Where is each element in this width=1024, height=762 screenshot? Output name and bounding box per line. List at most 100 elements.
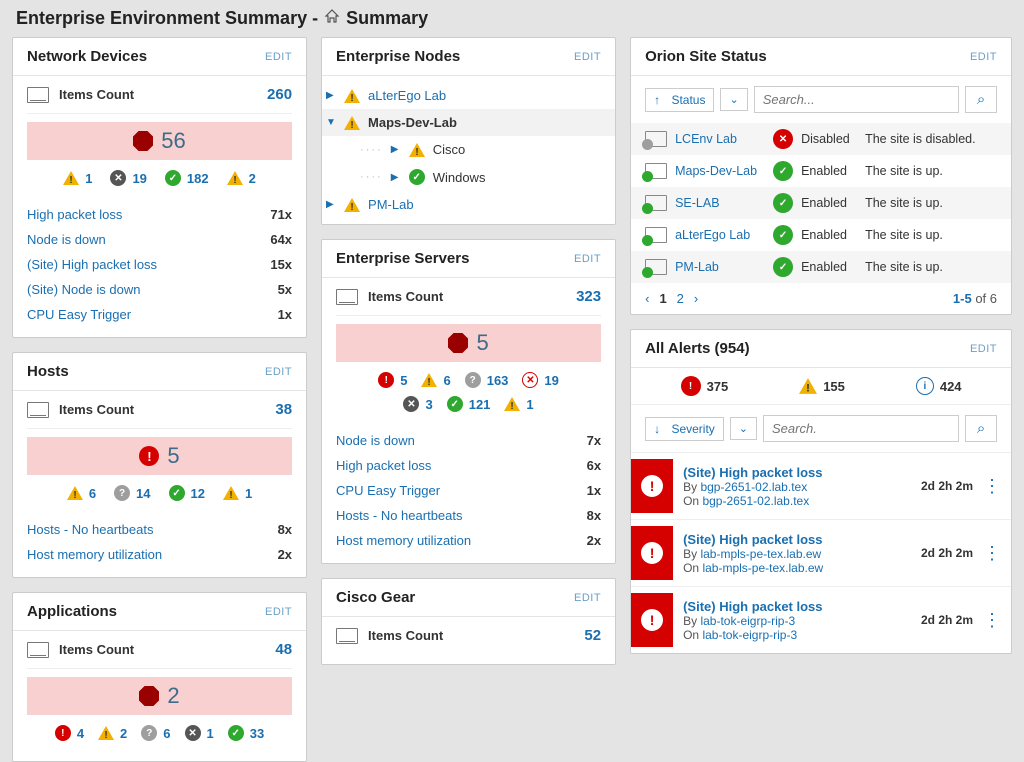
pager-prev[interactable]: ‹ [645,291,649,306]
critical-badge-icon: ! [641,609,663,631]
enabled-icon: ✓ [773,225,793,245]
site-row[interactable]: LCEnv Lab ✕ Disabled The site is disable… [631,123,1011,155]
arrow-up-icon: ↑ [654,93,660,107]
chevron-right-icon: ▶ [391,144,401,155]
tree-item[interactable]: ▶ aLterEgo Lab [322,82,615,109]
edit-button[interactable]: EDIT [574,253,601,265]
disabled-icon: ✕ [773,129,793,149]
unknown-x-icon: ✕ [110,170,126,186]
edit-button[interactable]: EDIT [574,51,601,63]
chevron-right-icon: ▶ [326,199,336,210]
sort-button[interactable]: ↑ Status [645,88,714,112]
row-menu-icon[interactable]: ⋮ [983,543,1001,564]
warn-icon [344,89,360,103]
site-icon [645,131,667,147]
arrow-down-icon: ↓ [654,422,660,436]
site-icon [645,227,667,243]
pager-page[interactable]: 2 [677,291,684,306]
pager-next[interactable]: › [694,291,698,306]
tree-item[interactable]: ▶ PM-Lab [322,191,615,218]
edit-button[interactable]: EDIT [265,366,292,378]
warn-icon [344,198,360,212]
alert-row[interactable]: ! (Site) High packet loss By lab-mpls-pe… [631,519,1011,586]
chevron-down-icon: ⌄ [739,422,748,435]
node-icon [336,289,358,305]
node-icon [27,402,49,418]
warn-icon [421,373,437,387]
alert-link[interactable]: (Site) High packet loss [27,257,157,272]
edit-button[interactable]: EDIT [970,343,997,355]
hosts-card: Hosts EDIT Items Count 38 ! 5 6 ?14 ✓12 … [12,352,307,578]
enabled-icon: ✓ [773,257,793,277]
chevron-down-icon: ⌄ [729,93,738,106]
status-strip: 56 [27,122,292,160]
site-row[interactable]: PM-Lab ✓ Enabled The site is up. [631,251,1011,283]
network-devices-card: Network Devices EDIT Items Count 260 56 … [12,37,307,338]
enterprise-servers-card: Enterprise Servers EDIT Items Count 323 … [321,239,616,564]
row-menu-icon[interactable]: ⋮ [983,476,1001,497]
check-icon: ✓ [169,485,185,501]
alert-row[interactable]: ! (Site) High packet loss By lab-tok-eig… [631,586,1011,653]
pager: ‹ 1 2 › 1-5 of 6 [631,283,1011,314]
search-button[interactable]: ⌕ [965,415,997,442]
alert-link[interactable]: CPU Easy Trigger [336,483,440,498]
edit-button[interactable]: EDIT [265,51,292,63]
critical-icon: ! [55,725,71,741]
alert-link[interactable]: Node is down [27,232,106,247]
search-icon: ⌕ [977,91,985,108]
edit-button[interactable]: EDIT [970,51,997,63]
warn-icon [63,171,79,185]
alert-link[interactable]: Host memory utilization [336,533,471,548]
alert-link[interactable]: Hosts - No heartbeats [27,522,153,537]
site-row[interactable]: aLterEgo Lab ✓ Enabled The site is up. [631,219,1011,251]
alert-link[interactable]: Node is down [336,433,415,448]
site-icon [645,259,667,275]
tree-item[interactable]: ···· ▶ ✓ Windows [356,163,615,191]
critical-icon: ! [378,372,394,388]
alert-link[interactable]: CPU Easy Trigger [27,307,131,322]
search-input[interactable] [763,415,959,442]
unknown-x-icon: ✕ [403,396,419,412]
sort-dropdown[interactable]: ⌄ [730,417,757,440]
warn-icon [98,726,114,740]
home-icon [324,8,340,29]
unknown-x-icon: ✕ [185,725,201,741]
search-input[interactable] [754,86,959,113]
all-alerts-card: All Alerts (954) EDIT !375 155 i424 ↓ Se… [630,329,1012,654]
row-menu-icon[interactable]: ⋮ [983,610,1001,631]
tree-connector: ···· [360,171,383,183]
orion-site-status-card: Orion Site Status EDIT ↑ Status ⌄ ⌕ LCEn… [630,37,1012,315]
pager-page[interactable]: 1 [659,291,666,306]
alert-link[interactable]: High packet loss [27,207,122,222]
alert-link[interactable]: Hosts - No heartbeats [336,508,462,523]
site-row[interactable]: Maps-Dev-Lab ✓ Enabled The site is up. [631,155,1011,187]
warn-icon [344,116,360,130]
sort-button[interactable]: ↓ Severity [645,417,724,441]
enterprise-nodes-card: Enterprise Nodes EDIT ▶ aLterEgo Lab ▼ M… [321,37,616,225]
warn-icon [799,378,817,394]
info-icon: i [916,377,934,395]
tree-item[interactable]: ▼ Maps-Dev-Lab [322,109,615,136]
tree-item[interactable]: ···· ▶ Cisco [356,136,615,163]
sort-dropdown[interactable]: ⌄ [720,88,747,111]
search-button[interactable]: ⌕ [965,86,997,113]
check-icon: ✓ [447,396,463,412]
alert-link[interactable]: High packet loss [336,458,431,473]
critical-badge-icon: ! [641,475,663,497]
items-count-value[interactable]: 260 [267,86,292,103]
critical-badge-icon: ! [641,542,663,564]
edit-button[interactable]: EDIT [265,606,292,618]
chevron-down-icon: ▼ [326,117,336,128]
node-icon [27,87,49,103]
alert-row[interactable]: ! (Site) High packet loss By bgp-2651-02… [631,452,1011,519]
alert-link[interactable]: Host memory utilization [27,547,162,562]
card-title: Network Devices [27,48,147,65]
chevron-right-icon: ▶ [326,90,336,101]
check-icon: ✓ [165,170,181,186]
edit-button[interactable]: EDIT [574,592,601,604]
warn-icon [67,486,83,500]
enabled-icon: ✓ [773,161,793,181]
alert-link[interactable]: (Site) Node is down [27,282,140,297]
warn-icon [409,143,425,157]
site-row[interactable]: SE-LAB ✓ Enabled The site is up. [631,187,1011,219]
